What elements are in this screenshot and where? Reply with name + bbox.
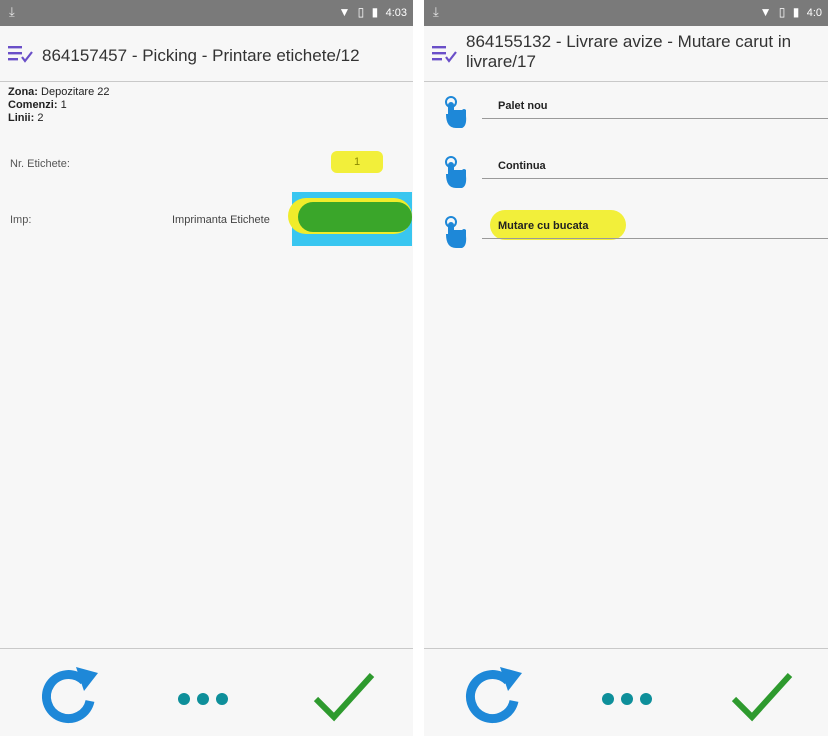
action-label: Palet nou: [498, 100, 548, 112]
order-info: Zona: Depozitare 22 Comenzi: 1 Linii: 2: [8, 86, 110, 125]
status-icons: ▼ ▯ ▮ 4:03: [334, 5, 407, 19]
more-icon[interactable]: [594, 663, 660, 725]
status-icons: ▼ ▯ ▮ 4:0: [756, 5, 822, 19]
bottom-action-bar: [424, 648, 828, 736]
comenzi-label: Comenzi:: [8, 99, 58, 111]
bottom-action-bar: [0, 648, 413, 736]
right-screen: ⤓ ▼ ▯ ▮ 4:0 864155132 - Livrare avize - …: [424, 0, 828, 736]
sim-icon: ▯: [778, 5, 786, 19]
download-icon: ⤓: [433, 4, 439, 19]
menu-check-icon[interactable]: [8, 44, 34, 64]
menu-check-icon[interactable]: [432, 44, 458, 64]
comenzi-value: 1: [60, 99, 67, 111]
refresh-icon[interactable]: [462, 663, 528, 725]
divider: [482, 178, 828, 179]
status-time: 4:03: [385, 7, 407, 19]
left-screen: ⤓ ▼ ▯ ▮ 4:03 864157457 - Picking - Print…: [0, 0, 413, 736]
action-mutare-cu-bucata[interactable]: Mutare cu bucata: [438, 210, 828, 260]
divider: [482, 238, 828, 239]
confirm-check-icon[interactable]: [728, 663, 794, 725]
app-bar: 864155132 - Livrare avize - Mutare carut…: [424, 26, 828, 82]
etichete-input[interactable]: 1: [331, 151, 383, 173]
imp-label: Imp:: [10, 214, 32, 226]
linii-label: Linii:: [8, 112, 35, 124]
tap-hand-icon: [445, 216, 467, 248]
linii-value: 2: [37, 112, 44, 124]
etichete-label: Nr. Etichete:: [10, 158, 70, 170]
battery-icon: ▮: [371, 5, 379, 19]
battery-icon: ▮: [792, 5, 800, 19]
action-palet-nou[interactable]: Palet nou: [438, 94, 828, 140]
action-continua[interactable]: Continua: [438, 154, 828, 200]
zona-value: Depozitare 22: [41, 86, 110, 98]
zona-label: Zona:: [8, 86, 38, 98]
download-icon: ⤓: [9, 4, 15, 19]
tap-hand-icon: [445, 156, 467, 188]
action-label: Continua: [498, 160, 546, 172]
confirm-check-icon[interactable]: [310, 663, 376, 725]
tap-hand-icon: [445, 96, 467, 128]
printer-marker-green: [298, 202, 412, 232]
status-time: 4:0: [806, 7, 822, 19]
more-icon[interactable]: [170, 663, 236, 725]
app-bar: 864157457 - Picking - Printare etichete/…: [0, 26, 413, 82]
wifi-icon: ▼: [338, 5, 351, 19]
page-title: 864155132 - Livrare avize - Mutare carut…: [466, 32, 792, 71]
wifi-icon: ▼: [759, 5, 772, 19]
page-title: 864157457 - Picking - Printare etichete/…: [42, 46, 360, 65]
refresh-icon[interactable]: [38, 663, 104, 725]
status-bar: ⤓ ▼ ▯ ▮ 4:0: [424, 0, 828, 26]
sim-icon: ▯: [357, 5, 365, 19]
printer-value[interactable]: Imprimanta Etichete: [172, 214, 270, 226]
divider: [482, 118, 828, 119]
status-bar: ⤓ ▼ ▯ ▮ 4:03: [0, 0, 413, 26]
action-label: Mutare cu bucata: [498, 220, 589, 232]
